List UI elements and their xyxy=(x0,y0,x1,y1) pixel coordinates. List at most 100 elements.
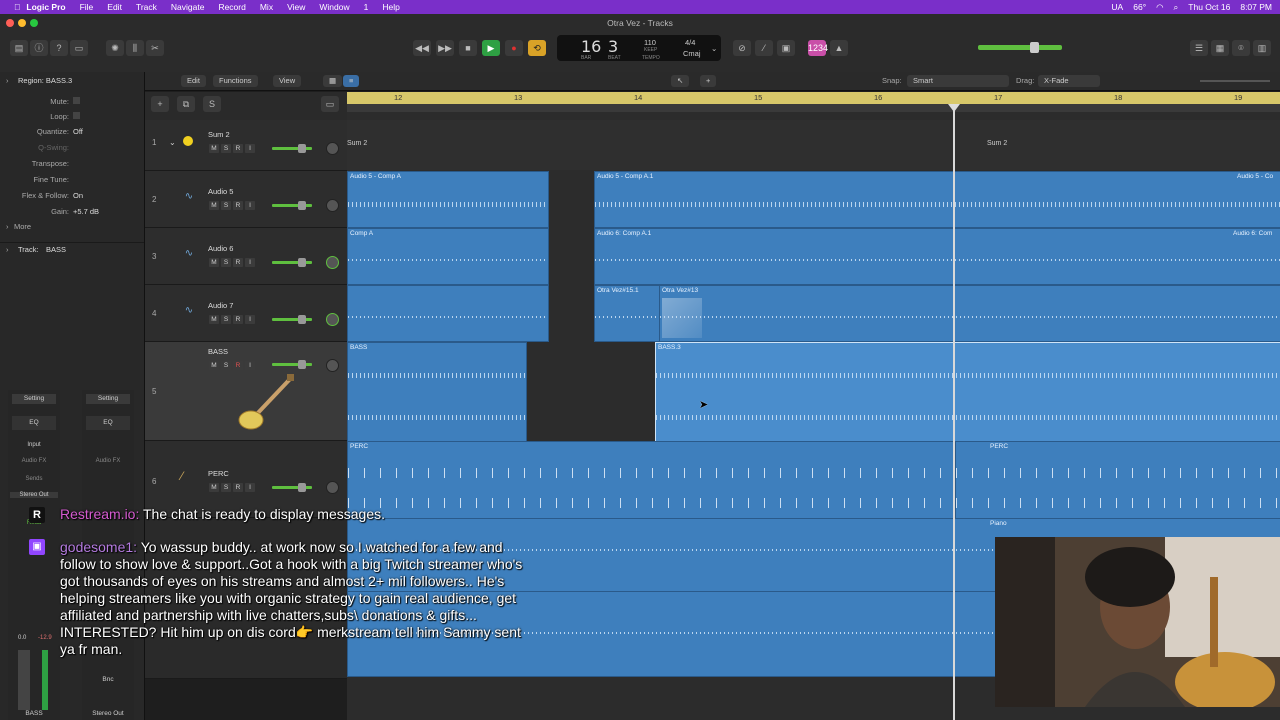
solo-button[interactable]: S xyxy=(221,144,231,153)
stop-icon[interactable]: ■ xyxy=(459,40,477,56)
strip-setting-button[interactable]: Setting xyxy=(12,394,56,404)
track-name[interactable]: Audio 6 xyxy=(208,244,233,253)
input-monitor-button[interactable]: I xyxy=(245,315,255,324)
pan-knob[interactable] xyxy=(326,256,339,269)
flex-value[interactable]: On xyxy=(73,191,83,200)
loops-icon[interactable]: ⌾ xyxy=(1232,40,1250,56)
gain-value[interactable]: +5.7 dB xyxy=(73,207,99,216)
master-volume-slider[interactable] xyxy=(978,45,1062,50)
menu-mix[interactable]: Mix xyxy=(260,2,273,12)
mute-button[interactable]: M xyxy=(209,315,219,324)
track-header-5[interactable]: 5 BASS MSRI xyxy=(145,342,347,441)
record-enable-button[interactable]: R xyxy=(233,483,243,492)
strip-audiofx-label[interactable]: Audio FX xyxy=(86,458,130,464)
playhead-handle-icon[interactable] xyxy=(948,104,960,112)
region-otra-vez-15-1[interactable]: Otra Vez#15.1 xyxy=(594,285,662,342)
mute-button[interactable]: M xyxy=(209,258,219,267)
snap-select[interactable]: Smart xyxy=(907,75,1009,87)
region-sum-2[interactable]: Sum 2 xyxy=(987,140,1007,147)
play-icon[interactable]: ▶ xyxy=(482,40,500,56)
pan-knob[interactable] xyxy=(326,142,339,155)
mute-button[interactable]: M xyxy=(209,361,219,370)
region-perc-2[interactable]: PERC xyxy=(955,441,1280,519)
solo-button[interactable]: S xyxy=(221,258,231,267)
region-audio6-comp-a1[interactable]: Audio 6: Comp A.1 Audio 6: Com xyxy=(594,228,1280,285)
solo-button[interactable]: S xyxy=(221,315,231,324)
track-header-1[interactable]: 1 ⌄ Sum 2 MSRI xyxy=(145,120,347,171)
region-audio5-comp-a1[interactable]: Audio 5 - Comp A.1 Audio 5 - Co xyxy=(594,171,1280,228)
menu-help[interactable]: Help xyxy=(382,2,399,12)
strip-sends-label[interactable]: Sends xyxy=(12,476,56,482)
track-lane-1[interactable]: Sum 2 Sum 2 xyxy=(347,120,1280,170)
replace-icon[interactable]: ⁄ xyxy=(755,40,773,56)
volume-fader[interactable] xyxy=(272,261,312,264)
view-menu[interactable]: View xyxy=(273,75,302,87)
s-icon[interactable]: S xyxy=(203,96,221,112)
record-enable-button[interactable]: R xyxy=(233,201,243,210)
record-icon[interactable]: ● xyxy=(505,40,523,56)
quantize-value[interactable]: Off xyxy=(73,127,83,136)
region-sum-2[interactable]: Sum 2 xyxy=(347,140,367,147)
region-audio6-comp-a[interactable]: Comp A xyxy=(347,228,549,285)
smart-controls-icon[interactable]: ✺ xyxy=(106,40,124,56)
global-tracks-icon[interactable]: ▭ xyxy=(321,96,339,112)
chevron-down-icon[interactable]: ⌄ xyxy=(711,44,717,53)
record-enable-button[interactable]: R xyxy=(233,315,243,324)
input-monitor-button[interactable]: I xyxy=(245,483,255,492)
editors-icon[interactable]: ✂ xyxy=(146,40,164,56)
menu-record[interactable]: Record xyxy=(218,2,245,12)
volume-fader[interactable] xyxy=(272,486,312,489)
volume-knob[interactable] xyxy=(298,483,306,492)
loop-checkbox[interactable] xyxy=(73,112,80,119)
wifi-icon[interactable]: ◠ xyxy=(1156,2,1163,13)
menu-window[interactable]: Window xyxy=(319,2,349,12)
functions-menu[interactable]: Functions xyxy=(213,75,258,87)
pan-knob[interactable] xyxy=(326,481,339,494)
strip-output-label[interactable]: Stereo Out xyxy=(10,492,58,498)
track-name[interactable]: Audio 5 xyxy=(208,187,233,196)
forward-icon[interactable]: ▶▶ xyxy=(436,40,454,56)
inspector-icon[interactable]: ⓘ xyxy=(30,40,48,56)
lcd-display[interactable]: 16 3 BAR BEAT 110 KEEP TEMPO 4/4 Cmaj ⌄ xyxy=(557,35,721,61)
strip-eq-button[interactable]: EQ xyxy=(86,416,130,430)
strip-setting-button[interactable]: Setting xyxy=(86,394,130,404)
notepad-icon[interactable]: ▦ xyxy=(1211,40,1229,56)
status-time[interactable]: 8:07 PM xyxy=(1240,2,1272,12)
record-enable-button[interactable]: R xyxy=(233,361,243,370)
menu-view[interactable]: View xyxy=(287,2,305,12)
track-header-row[interactable]: › Track: BASS xyxy=(0,242,144,254)
pencil-tool-icon[interactable]: + xyxy=(700,75,717,87)
pan-knob[interactable] xyxy=(326,359,339,372)
tuner-icon[interactable]: ⊘ xyxy=(733,40,751,56)
volume-fader[interactable] xyxy=(272,204,312,207)
apple-icon[interactable]:  xyxy=(14,2,20,12)
help-icon[interactable]: ? xyxy=(50,40,68,56)
input-monitor-button[interactable]: I xyxy=(245,201,255,210)
strip-input-label[interactable]: Input xyxy=(12,442,56,448)
track-header-4[interactable]: 4 ∿ Audio 7 MSRI xyxy=(145,285,347,342)
menu-edit[interactable]: Edit xyxy=(107,2,122,12)
list-editor-icon[interactable]: ☰ xyxy=(1190,40,1208,56)
mute-button[interactable]: M xyxy=(209,201,219,210)
menu-app[interactable]: Logic Pro xyxy=(26,2,65,12)
strip-fader[interactable] xyxy=(18,650,30,710)
menu-file[interactable]: File xyxy=(80,2,94,12)
crossfade[interactable] xyxy=(662,298,702,338)
close-icon[interactable] xyxy=(6,19,14,27)
solo-button[interactable]: S xyxy=(221,361,231,370)
count-in-icon[interactable]: 1234 xyxy=(808,40,828,56)
browser-icon[interactable]: ▥ xyxy=(1253,40,1271,56)
volume-fader[interactable] xyxy=(272,318,312,321)
input-monitor-button[interactable]: I xyxy=(245,258,255,267)
toolbar-icon[interactable]: ▭ xyxy=(70,40,88,56)
track-name[interactable]: Sum 2 xyxy=(208,130,230,139)
volume-knob[interactable] xyxy=(298,144,306,153)
strip-audiofx-label[interactable]: Audio FX xyxy=(12,458,56,464)
add-track-icon[interactable]: + xyxy=(151,96,169,112)
pointer-tool-icon[interactable]: ↖ xyxy=(671,75,690,87)
region-otra-vez-13[interactable]: Otra Vez#13 xyxy=(659,285,1280,342)
volume-fader[interactable] xyxy=(272,147,312,150)
master-volume-knob[interactable] xyxy=(1030,42,1039,53)
input-monitor-button[interactable]: I xyxy=(245,144,255,153)
record-enable-button[interactable]: R xyxy=(233,258,243,267)
